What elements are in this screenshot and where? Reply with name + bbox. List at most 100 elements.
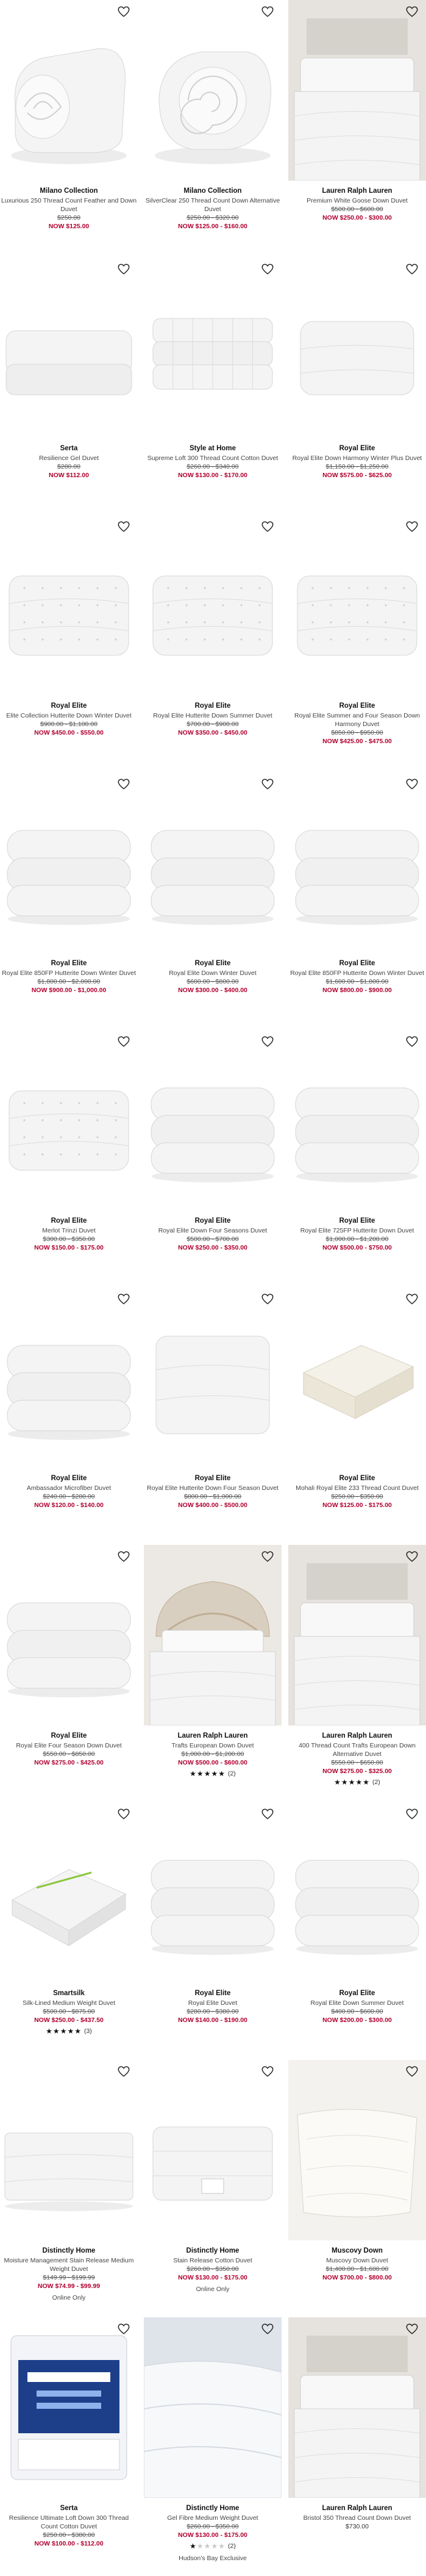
product-card[interactable]: Royal Elite Mohali Royal Elite 233 Thread…	[288, 1287, 426, 1535]
product-image[interactable]	[288, 1802, 426, 1983]
product-name[interactable]: Mohali Royal Elite 233 Thread Count Duve…	[288, 1484, 426, 1493]
product-card[interactable]: Lauren Ralph Lauren Bristol 350 Thread Co…	[288, 2317, 426, 2565]
product-brand[interactable]: Milano Collection	[144, 187, 282, 196]
wishlist-button[interactable]	[260, 1550, 275, 1566]
wishlist-button[interactable]	[116, 5, 132, 21]
product-brand[interactable]: Lauren Ralph Lauren	[144, 1732, 282, 1741]
product-image[interactable]	[0, 2317, 138, 2498]
product-image[interactable]	[288, 2060, 426, 2240]
product-name[interactable]: Royal Elite Down Harmony Winter Plus Duv…	[288, 455, 426, 463]
product-brand[interactable]: Royal Elite	[288, 1474, 426, 1483]
product-card[interactable]: Royal Elite Royal Elite Four Season Down …	[0, 1545, 138, 1793]
product-image[interactable]	[0, 772, 138, 953]
product-image[interactable]	[288, 257, 426, 438]
product-image[interactable]	[288, 515, 426, 696]
product-name[interactable]: Gel Fibre Medium Weight Duvet	[144, 2514, 282, 2523]
wishlist-button[interactable]	[116, 777, 132, 793]
product-brand[interactable]: Milano Collection	[0, 187, 138, 196]
wishlist-button[interactable]	[260, 262, 275, 278]
product-image[interactable]	[144, 1030, 282, 1211]
product-brand[interactable]: Distinctly Home	[0, 2247, 138, 2256]
wishlist-button[interactable]	[260, 777, 275, 793]
product-image[interactable]	[288, 2317, 426, 2498]
product-name[interactable]: Bristol 350 Thread Count Down Duvet	[288, 2514, 426, 2523]
product-image[interactable]	[0, 1030, 138, 1211]
product-image[interactable]	[144, 1802, 282, 1983]
product-image[interactable]	[288, 1287, 426, 1468]
product-card[interactable]: Milano Collection SilverClear 250 Thread …	[144, 0, 282, 248]
product-name[interactable]: Moisture Management Stain Release Medium…	[0, 2257, 138, 2274]
wishlist-button[interactable]	[116, 1292, 132, 1308]
product-card[interactable]: Serta Resilience Ultimate Loft Down 300 T…	[0, 2317, 138, 2565]
product-image[interactable]	[0, 0, 138, 181]
product-image[interactable]	[0, 2060, 138, 2240]
product-brand[interactable]: Royal Elite	[0, 1474, 138, 1483]
product-image[interactable]	[288, 1545, 426, 1725]
wishlist-button[interactable]	[404, 262, 420, 278]
product-name[interactable]: Silk-Lined Medium Weight Duvet	[0, 1999, 138, 2008]
wishlist-button[interactable]	[404, 5, 420, 21]
product-card[interactable]: Royal Elite Royal Elite 725FP Hutterite D…	[288, 1030, 426, 1278]
wishlist-button[interactable]	[404, 1035, 420, 1051]
wishlist-button[interactable]	[116, 1035, 132, 1051]
product-name[interactable]: Stain Release Cotton Duvet	[144, 2257, 282, 2265]
product-brand[interactable]: Lauren Ralph Lauren	[288, 1732, 426, 1741]
product-card[interactable]: Royal Elite Royal Elite Down Summer Duvet…	[288, 1802, 426, 2050]
product-brand[interactable]: Royal Elite	[0, 702, 138, 711]
product-card[interactable]: Muscovy Down Muscovy Down Duvet $1,400.00 …	[288, 2060, 426, 2308]
product-brand[interactable]: Royal Elite	[0, 959, 138, 968]
product-name[interactable]: Royal Elite Down Winter Duvet	[144, 970, 282, 978]
wishlist-button[interactable]	[404, 777, 420, 793]
product-rating[interactable]: ★★★★★ (2)	[144, 2542, 282, 2552]
product-brand[interactable]: Royal Elite	[288, 959, 426, 968]
product-brand[interactable]: Lauren Ralph Lauren	[288, 2504, 426, 2513]
product-card[interactable]: Lauren Ralph Lauren Trafts European Down …	[144, 1545, 282, 1793]
product-card[interactable]: Milano Collection Luxurious 250 Thread Co…	[0, 0, 138, 248]
product-image[interactable]	[288, 0, 426, 181]
product-brand[interactable]: Smartsilk	[0, 1989, 138, 1998]
product-name[interactable]: SilverClear 250 Thread Count Down Altern…	[144, 197, 282, 214]
product-brand[interactable]: Royal Elite	[144, 959, 282, 968]
product-image[interactable]	[0, 257, 138, 438]
product-card[interactable]: Royal Elite Royal Elite Down Harmony Wint…	[288, 257, 426, 505]
wishlist-button[interactable]	[404, 1807, 420, 1823]
product-name[interactable]: Ambassador Microfiber Duvet	[0, 1484, 138, 1493]
product-brand[interactable]: Royal Elite	[144, 702, 282, 711]
product-name[interactable]: Resilience Ultimate Loft Down 300 Thread…	[0, 2514, 138, 2531]
product-brand[interactable]: Royal Elite	[288, 702, 426, 711]
product-image[interactable]	[144, 1287, 282, 1468]
product-image[interactable]	[144, 2060, 282, 2240]
product-image[interactable]	[144, 772, 282, 953]
product-name[interactable]: 400 Thread Count Trafts European Down Al…	[288, 1742, 426, 1759]
wishlist-button[interactable]	[260, 2065, 275, 2081]
wishlist-button[interactable]	[116, 262, 132, 278]
wishlist-button[interactable]	[260, 520, 275, 536]
wishlist-button[interactable]	[260, 1807, 275, 1823]
product-name[interactable]: Royal Elite Down Four Seasons Duvet	[144, 1227, 282, 1236]
product-image[interactable]	[144, 257, 282, 438]
product-card[interactable]: Royal Elite Elite Collection Hutterite Do…	[0, 515, 138, 763]
wishlist-button[interactable]	[116, 2322, 132, 2338]
product-card[interactable]: Distinctly Home Gel Fibre Medium Weight D…	[144, 2317, 282, 2565]
product-image[interactable]	[144, 0, 282, 181]
product-card[interactable]: Smartsilk Silk-Lined Medium Weight Duvet $…	[0, 1802, 138, 2050]
wishlist-button[interactable]	[404, 2065, 420, 2081]
product-name[interactable]: Resilience Gel Duvet	[0, 455, 138, 463]
product-card[interactable]: Distinctly Home Moisture Management Stain…	[0, 2060, 138, 2308]
wishlist-button[interactable]	[404, 1550, 420, 1566]
product-card[interactable]: Lauren Ralph Lauren 400 Thread Count Traf…	[288, 1545, 426, 1793]
product-name[interactable]: Elite Collection Hutterite Down Winter D…	[0, 712, 138, 721]
product-image[interactable]	[144, 2317, 282, 2498]
product-image[interactable]	[0, 1802, 138, 1983]
product-brand[interactable]: Style at Home	[144, 444, 282, 453]
product-image[interactable]	[0, 1545, 138, 1725]
product-card[interactable]: Royal Elite Ambassador Microfiber Duvet $2…	[0, 1287, 138, 1535]
product-card[interactable]: Royal Elite Royal Elite Down Winter Duvet…	[144, 772, 282, 1020]
product-name[interactable]: Supreme Loft 300 Thread Count Cotton Duv…	[144, 455, 282, 463]
product-brand[interactable]: Distinctly Home	[144, 2504, 282, 2513]
product-card[interactable]: Lauren Ralph Lauren Premium White Goose D…	[288, 0, 426, 248]
wishlist-button[interactable]	[116, 2065, 132, 2081]
product-brand[interactable]: Royal Elite	[288, 444, 426, 453]
wishlist-button[interactable]	[404, 520, 420, 536]
wishlist-button[interactable]	[404, 2322, 420, 2338]
